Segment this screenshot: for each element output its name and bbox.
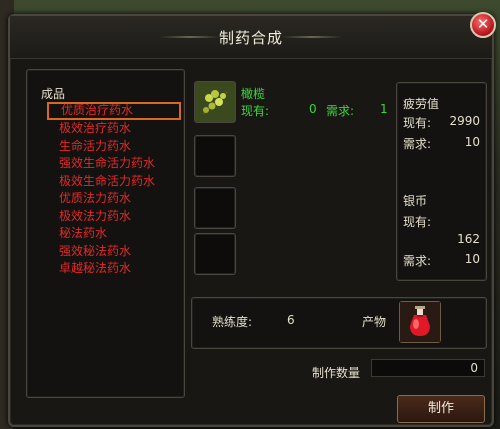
proficiency-value: 6 xyxy=(287,313,295,327)
materials-area: 橄榄 现有: 0 需求: 1 xyxy=(191,81,391,287)
proficiency-label: 熟练度: xyxy=(212,315,253,329)
title-bar: 制药合成 xyxy=(10,16,492,59)
pharmacy-crafting-dialog: 制药合成 ✕ 成品 优质治疗药水 极效治疗药水 生命活力药水 强效生命活力药水 … xyxy=(8,12,496,427)
craft-button[interactable]: 制作 xyxy=(397,395,485,423)
material-required-value: 1 xyxy=(380,102,388,116)
silver-owned-label: 现有: xyxy=(403,215,432,229)
silver-required-label: 需求: xyxy=(403,254,432,268)
recipe-item[interactable]: 极效生命活力药水 xyxy=(47,173,181,191)
recipe-list-header: 成品 xyxy=(41,87,66,101)
material-required-label: 需求: xyxy=(326,104,355,118)
recipe-list: 优质治疗药水 极效治疗药水 生命活力药水 强效生命活力药水 极效生命活力药水 优… xyxy=(47,102,181,278)
recipe-item[interactable]: 卓越秘法药水 xyxy=(47,260,181,278)
material-owned-value: 0 xyxy=(309,102,317,116)
recipe-item[interactable]: 优质法力药水 xyxy=(47,190,181,208)
recipe-item-selected[interactable]: 优质治疗药水 xyxy=(47,102,181,120)
production-panel: 熟练度: 6 产物 xyxy=(191,297,487,349)
red-potion-icon xyxy=(400,302,440,342)
cost-info-panel: 疲劳值 现有: 2990 需求: 10 银币 现有: 162 需求: 10 xyxy=(396,82,487,281)
fatigue-owned-value: 2990 xyxy=(449,114,480,128)
material-slot[interactable] xyxy=(194,81,236,123)
recipe-item[interactable]: 秘法药水 xyxy=(47,225,181,243)
quantity-input[interactable] xyxy=(371,359,485,377)
olive-branch-icon xyxy=(195,82,235,122)
fatigue-owned-label: 现有: xyxy=(403,116,432,130)
recipe-item[interactable]: 极效治疗药水 xyxy=(47,120,181,138)
recipe-item[interactable]: 强效秘法药水 xyxy=(47,243,181,261)
product-label: 产物 xyxy=(362,315,387,329)
dialog-title: 制药合成 xyxy=(218,29,283,47)
material-slot-empty[interactable] xyxy=(194,135,236,177)
product-slot[interactable] xyxy=(399,301,441,343)
material-owned-label: 现有: xyxy=(241,104,270,118)
fatigue-title: 疲劳值 xyxy=(403,97,440,111)
recipe-item[interactable]: 生命活力药水 xyxy=(47,138,181,156)
fatigue-required-value: 10 xyxy=(464,135,480,149)
silver-title: 银币 xyxy=(403,194,428,208)
material-name: 橄榄 xyxy=(241,87,266,101)
title-ornament-right xyxy=(282,36,342,38)
material-slot-empty[interactable] xyxy=(194,233,236,275)
recipe-list-panel: 成品 优质治疗药水 极效治疗药水 生命活力药水 强效生命活力药水 极效生命活力药… xyxy=(26,69,185,398)
silver-required-value: 10 xyxy=(464,252,480,266)
material-slot-empty[interactable] xyxy=(194,187,236,229)
recipe-item[interactable]: 强效生命活力药水 xyxy=(47,155,181,173)
silver-owned-value: 162 xyxy=(457,232,480,246)
quantity-label: 制作数量 xyxy=(312,366,361,380)
fatigue-required-label: 需求: xyxy=(403,137,432,151)
recipe-item[interactable]: 极效法力药水 xyxy=(47,208,181,226)
close-button[interactable]: ✕ xyxy=(470,12,496,38)
